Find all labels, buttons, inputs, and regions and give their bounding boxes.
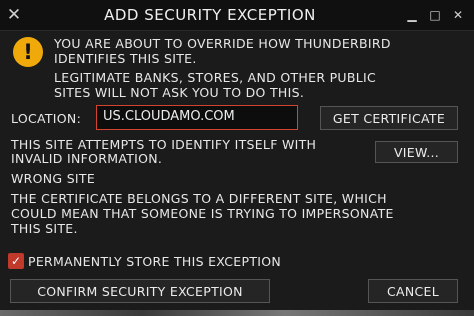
status-heading: WRONG SITE bbox=[11, 171, 96, 186]
minimize-icon[interactable]: ▁ bbox=[402, 0, 422, 30]
view-button[interactable]: VIEW... bbox=[375, 141, 458, 163]
cancel-button[interactable]: CANCEL bbox=[368, 279, 458, 303]
get-certificate-button[interactable]: GET CERTIFICATE bbox=[320, 106, 458, 130]
location-label: LOCATION: bbox=[11, 111, 82, 126]
close-icon[interactable]: ✕ bbox=[0, 0, 28, 30]
message-line: LEGITIMATE BANKS, STORES, AND OTHER PUBL… bbox=[54, 70, 377, 85]
message-line: YOU ARE ABOUT TO OVERRIDE HOW THUNDERBIR… bbox=[54, 36, 391, 51]
status-detail: THE CERTIFICATE BELONGS TO A DIFFERENT S… bbox=[11, 191, 387, 206]
status-line: THIS SITE ATTEMPTS TO IDENTIFY ITSELF WI… bbox=[11, 137, 317, 152]
message-line: SITES WILL NOT ASK YOU TO DO THIS. bbox=[54, 85, 305, 100]
close-icon[interactable]: ✕ bbox=[448, 0, 468, 30]
background-strip bbox=[0, 310, 474, 316]
window-title: ADD SECURITY EXCEPTION bbox=[104, 6, 316, 24]
status-line: INVALID INFORMATION. bbox=[11, 151, 163, 166]
message-line: IDENTIFIES THIS SITE. bbox=[54, 51, 197, 66]
maximize-icon[interactable]: □ bbox=[425, 0, 445, 30]
permanent-label[interactable]: PERMANENTLY STORE THIS EXCEPTION bbox=[28, 254, 281, 269]
status-detail: COULD MEAN THAT SOMEONE IS TRYING TO IMP… bbox=[11, 206, 394, 221]
location-input[interactable]: US.CLOUDAMO.COM bbox=[96, 105, 298, 130]
confirm-exception-button[interactable]: CONFIRM SECURITY EXCEPTION bbox=[10, 279, 270, 303]
status-detail: THIS SITE. bbox=[11, 221, 78, 236]
warning-icon: ! bbox=[13, 37, 43, 67]
permanent-checkbox[interactable]: ✓ bbox=[8, 253, 24, 269]
title-bar: ✕ ADD SECURITY EXCEPTION ▁ □ ✕ bbox=[0, 0, 474, 31]
